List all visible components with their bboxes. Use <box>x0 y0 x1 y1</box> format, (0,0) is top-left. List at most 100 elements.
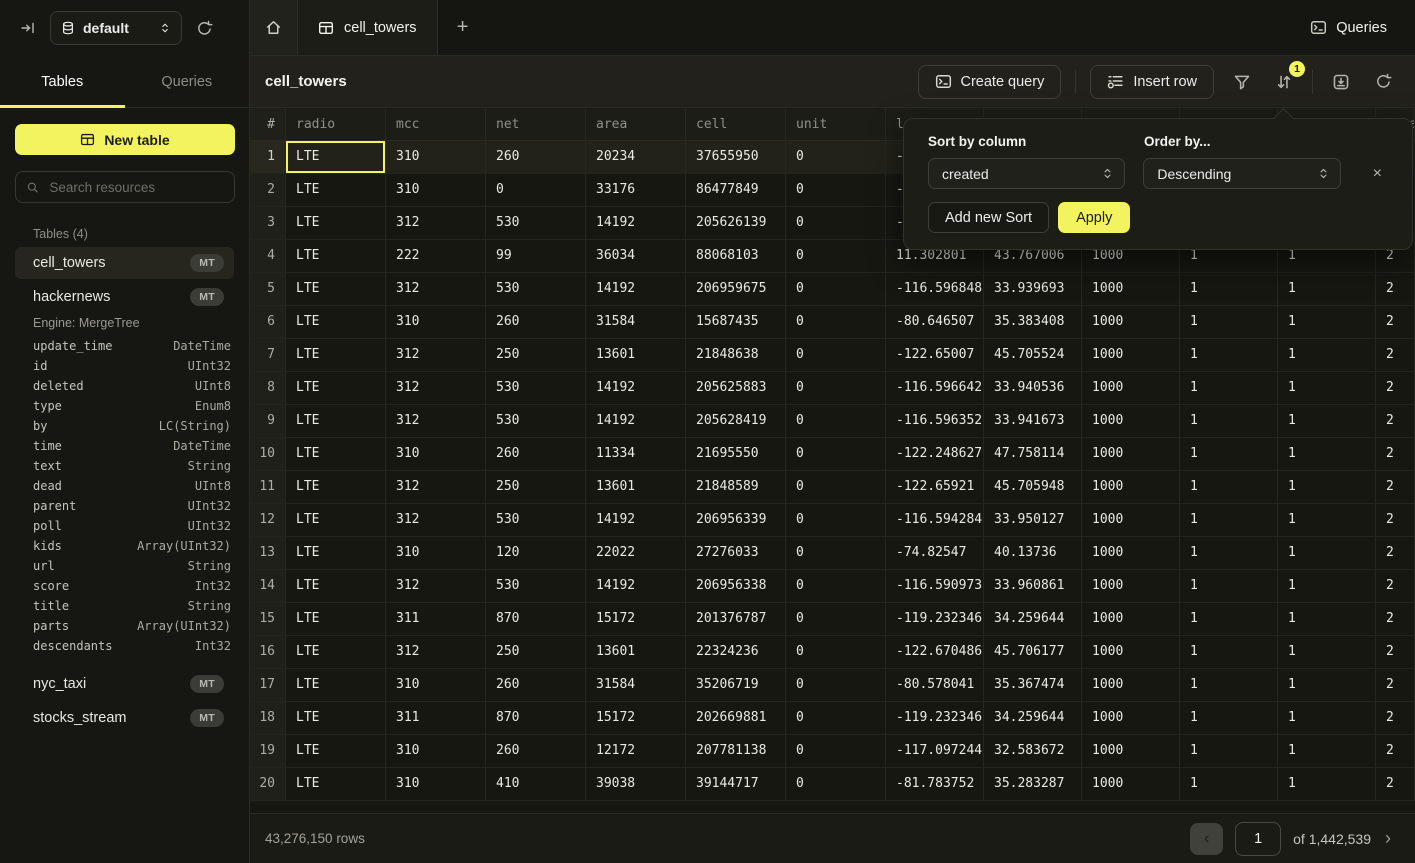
data-cell[interactable]: 13601 <box>586 636 686 668</box>
data-cell[interactable]: -116.596848 <box>886 273 984 305</box>
data-cell[interactable]: 2 <box>1376 735 1415 767</box>
database-selector[interactable]: default <box>50 11 182 45</box>
data-cell[interactable]: 310 <box>386 141 486 173</box>
data-cell[interactable]: 34.259644 <box>984 702 1082 734</box>
data-cell[interactable]: 205628419 <box>686 405 786 437</box>
data-cell[interactable]: 15172 <box>586 702 686 734</box>
filter-button[interactable] <box>1228 68 1256 96</box>
data-cell[interactable]: 0 <box>786 372 886 404</box>
data-cell[interactable]: 2 <box>1376 405 1415 437</box>
data-cell[interactable]: 1 <box>1278 570 1376 602</box>
column-header-area[interactable]: area <box>586 108 686 140</box>
data-cell[interactable]: 2 <box>1376 471 1415 503</box>
data-cell[interactable]: 310 <box>386 306 486 338</box>
data-cell[interactable]: 2 <box>1376 306 1415 338</box>
data-cell[interactable]: 530 <box>486 372 586 404</box>
data-cell[interactable]: 13601 <box>586 339 686 371</box>
data-cell[interactable]: LTE <box>286 372 386 404</box>
data-cell[interactable]: 1 <box>1278 537 1376 569</box>
data-cell[interactable]: 2 <box>1376 702 1415 734</box>
data-cell[interactable]: -122.65007 <box>886 339 984 371</box>
data-cell[interactable]: 310 <box>386 735 486 767</box>
data-cell[interactable]: 0 <box>786 405 886 437</box>
data-cell[interactable]: 1000 <box>1082 768 1180 800</box>
data-cell[interactable]: 1 <box>1278 372 1376 404</box>
sidebar-table-nyc_taxi[interactable]: nyc_taxiMT <box>15 668 234 700</box>
data-cell[interactable]: 1 <box>1278 702 1376 734</box>
data-cell[interactable]: 11334 <box>586 438 686 470</box>
data-cell[interactable]: 0 <box>786 273 886 305</box>
data-cell[interactable]: 0 <box>786 438 886 470</box>
data-cell[interactable]: LTE <box>286 504 386 536</box>
new-table-button[interactable]: New table <box>15 124 235 155</box>
data-cell[interactable]: 31584 <box>586 669 686 701</box>
data-cell[interactable]: 222 <box>386 240 486 272</box>
data-cell[interactable]: 1 <box>1180 735 1278 767</box>
sort-column-select[interactable]: created <box>928 158 1125 189</box>
data-cell[interactable]: 21848638 <box>686 339 786 371</box>
search-input[interactable] <box>47 179 224 196</box>
data-cell[interactable]: 260 <box>486 669 586 701</box>
data-cell[interactable]: 310 <box>386 174 486 206</box>
data-cell[interactable]: 39038 <box>586 768 686 800</box>
data-cell[interactable]: -117.097244 <box>886 735 984 767</box>
data-cell[interactable]: 250 <box>486 471 586 503</box>
data-cell[interactable]: LTE <box>286 702 386 734</box>
data-cell[interactable]: 201376787 <box>686 603 786 635</box>
data-cell[interactable]: -116.596642 <box>886 372 984 404</box>
column-header-mcc[interactable]: mcc <box>386 108 486 140</box>
data-cell[interactable]: 37655950 <box>686 141 786 173</box>
data-cell[interactable]: -74.82547 <box>886 537 984 569</box>
data-cell[interactable]: 0 <box>786 636 886 668</box>
data-cell[interactable]: 14192 <box>586 405 686 437</box>
add-tab-button[interactable]: + <box>438 0 488 55</box>
data-cell[interactable]: 0 <box>486 174 586 206</box>
data-cell[interactable]: 0 <box>786 141 886 173</box>
data-cell[interactable]: 260 <box>486 438 586 470</box>
data-cell[interactable]: 21695550 <box>686 438 786 470</box>
sidebar-table-stocks_stream[interactable]: stocks_streamMT <box>15 702 234 734</box>
data-cell[interactable]: 2 <box>1376 603 1415 635</box>
data-cell[interactable]: 33.941673 <box>984 405 1082 437</box>
data-cell[interactable]: 1000 <box>1082 735 1180 767</box>
data-cell[interactable]: 1 <box>1278 405 1376 437</box>
data-cell[interactable]: 22324236 <box>686 636 786 668</box>
sort-order-select[interactable]: Descending <box>1143 158 1340 189</box>
data-cell[interactable]: 36034 <box>586 240 686 272</box>
data-cell[interactable]: 530 <box>486 405 586 437</box>
refresh-databases-button[interactable] <box>190 14 218 42</box>
data-cell[interactable]: 1 <box>1180 702 1278 734</box>
data-cell[interactable]: 15172 <box>586 603 686 635</box>
data-cell[interactable]: 35206719 <box>686 669 786 701</box>
data-cell[interactable]: 1 <box>1180 339 1278 371</box>
data-cell[interactable]: LTE <box>286 636 386 668</box>
data-cell[interactable]: 2 <box>1376 273 1415 305</box>
data-cell[interactable]: 1 <box>1180 372 1278 404</box>
data-cell[interactable]: 1000 <box>1082 273 1180 305</box>
data-cell[interactable]: 1000 <box>1082 636 1180 668</box>
data-cell[interactable]: 1 <box>1278 339 1376 371</box>
data-cell[interactable]: LTE <box>286 273 386 305</box>
data-cell[interactable]: 0 <box>786 669 886 701</box>
data-cell[interactable]: 250 <box>486 636 586 668</box>
data-cell[interactable]: 1 <box>1180 669 1278 701</box>
data-cell[interactable]: 33176 <box>586 174 686 206</box>
data-cell[interactable]: LTE <box>286 174 386 206</box>
data-cell[interactable]: 312 <box>386 339 486 371</box>
data-cell[interactable]: 0 <box>786 240 886 272</box>
data-cell[interactable]: 260 <box>486 141 586 173</box>
column-header-#[interactable]: # <box>250 108 286 140</box>
data-cell[interactable]: 1 <box>1278 636 1376 668</box>
data-cell[interactable]: 45.705948 <box>984 471 1082 503</box>
data-cell[interactable]: 2 <box>1376 372 1415 404</box>
data-cell[interactable]: 0 <box>786 471 886 503</box>
data-cell[interactable]: LTE <box>286 405 386 437</box>
data-cell[interactable]: LTE <box>286 471 386 503</box>
data-cell[interactable]: 1 <box>1180 471 1278 503</box>
data-cell[interactable]: 39144717 <box>686 768 786 800</box>
data-cell[interactable]: 35.283287 <box>984 768 1082 800</box>
data-cell[interactable]: -119.232346 <box>886 702 984 734</box>
data-cell[interactable]: 21848589 <box>686 471 786 503</box>
data-cell[interactable]: 312 <box>386 636 486 668</box>
data-cell[interactable]: 530 <box>486 207 586 239</box>
